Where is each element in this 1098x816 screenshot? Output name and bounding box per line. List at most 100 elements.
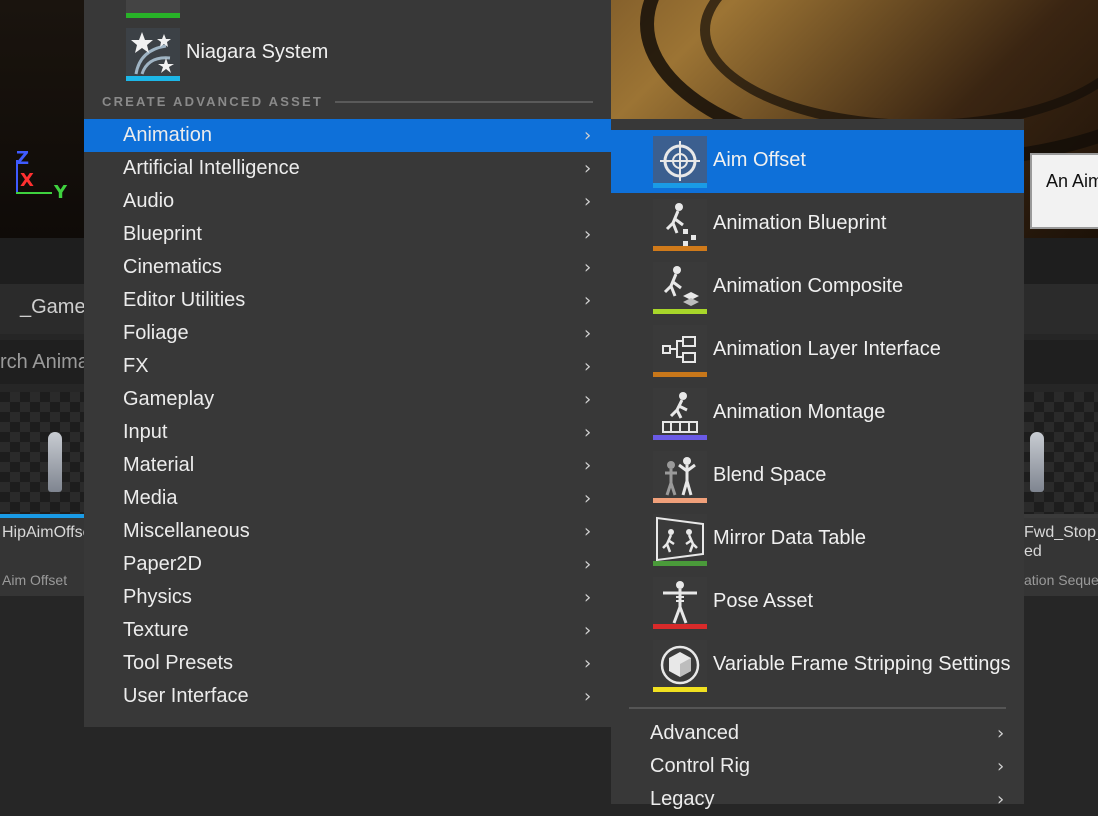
submenu-item-pose-asset[interactable]: Pose Asset — [611, 571, 1024, 634]
path-breadcrumb[interactable]: _Game — [20, 296, 86, 319]
submenu-category-advanced[interactable]: Advanced › — [611, 717, 1024, 750]
chevron-right-icon: › — [584, 455, 592, 476]
menu-category-foliage[interactable]: Foliage › — [84, 317, 611, 350]
chevron-right-icon: › — [584, 686, 592, 707]
aim-offset-icon — [653, 136, 707, 186]
asset-tile-fwd-stop[interactable]: Fwd_Stop_ ed ation Seque... — [1024, 392, 1098, 596]
submenu-divider — [629, 707, 1006, 709]
animation-composite-icon — [653, 262, 707, 312]
submenu-category-legacy[interactable]: Legacy › — [611, 783, 1024, 816]
chevron-right-icon: › — [997, 756, 1005, 777]
menu-category-blueprint[interactable]: Blueprint › — [84, 218, 611, 251]
asset-type-bar — [0, 514, 84, 518]
submenu-item-animation-composite[interactable]: Animation Composite — [611, 256, 1024, 319]
submenu-category-label: Advanced — [650, 722, 739, 744]
menu-category-label: Cinematics — [123, 256, 222, 278]
menu-category-label: Texture — [123, 619, 189, 641]
search-input[interactable]: rch Anima — [0, 351, 89, 374]
menu-category-user-interface[interactable]: User Interface › — [84, 680, 611, 713]
asset-color-bar — [653, 309, 707, 314]
character-figure — [1030, 432, 1044, 492]
submenu-category-label: Legacy — [650, 788, 715, 810]
submenu-item-animation-layer-interface[interactable]: Animation Layer Interface — [611, 319, 1024, 382]
chevron-right-icon: › — [584, 620, 592, 641]
asset-color-bar — [653, 435, 707, 440]
menu-category-label: Animation — [123, 124, 212, 146]
viewport-dark-area — [0, 0, 90, 238]
menu-category-label: FX — [123, 355, 149, 377]
mirror-data-table-icon — [653, 514, 707, 564]
asset-name-line2: ed — [1024, 543, 1042, 560]
submenu-item-label: Aim Offset — [713, 149, 806, 171]
menu-category-texture[interactable]: Texture › — [84, 614, 611, 647]
submenu-item-animation-blueprint[interactable]: Animation Blueprint — [611, 193, 1024, 256]
menu-item-label: Niagara System — [186, 41, 329, 63]
submenu-item-blend-space[interactable]: Blend Space — [611, 445, 1024, 508]
menu-category-label: Tool Presets — [123, 652, 234, 674]
chevron-right-icon: › — [584, 488, 592, 509]
menu-category-input[interactable]: Input › — [84, 416, 611, 449]
menu-category-gameplay[interactable]: Gameplay › — [84, 383, 611, 416]
section-header: CREATE ADVANCED ASSET — [102, 94, 323, 109]
submenu-item-animation-montage[interactable]: Animation Montage — [611, 382, 1024, 445]
menu-category-label: Media — [123, 487, 178, 509]
asset-color-bar — [653, 624, 707, 629]
menu-category-media[interactable]: Media › — [84, 482, 611, 515]
section-divider — [335, 101, 593, 103]
menu-category-audio[interactable]: Audio › — [84, 185, 611, 218]
menu-category-label: Editor Utilities — [123, 289, 246, 311]
menu-category-cinematics[interactable]: Cinematics › — [84, 251, 611, 284]
chevron-right-icon: › — [584, 554, 592, 575]
axis-x-label: X — [20, 170, 34, 191]
submenu-item-label: Mirror Data Table — [713, 527, 867, 549]
chevron-right-icon: › — [584, 356, 592, 377]
menu-category-paper2d[interactable]: Paper2D › — [84, 548, 611, 581]
axis-y-label: Y — [54, 182, 68, 203]
chevron-right-icon: › — [584, 257, 592, 278]
chevron-right-icon: › — [584, 587, 592, 608]
submenu-item-label: Animation Blueprint — [713, 212, 887, 234]
menu-category-animation[interactable]: Animation › — [84, 119, 611, 152]
asset-type-bar — [1024, 514, 1098, 518]
menu-category-physics[interactable]: Physics › — [84, 581, 611, 614]
chevron-right-icon: › — [584, 224, 592, 245]
submenu-category-control-rig[interactable]: Control Rig › — [611, 750, 1024, 783]
blend-space-icon — [653, 451, 707, 501]
menu-category-label: Paper2D — [123, 553, 202, 575]
menu-category-label: Blueprint — [123, 223, 202, 245]
submenu-item-aim-offset[interactable]: Aim Offset — [611, 130, 1024, 193]
menu-category-miscellaneous[interactable]: Miscellaneous › — [84, 515, 611, 548]
menu-category-tool-presets[interactable]: Tool Presets › — [84, 647, 611, 680]
menu-category-label: Miscellaneous — [123, 520, 250, 542]
submenu-item-label: Animation Montage — [713, 401, 886, 423]
menu-category-material[interactable]: Material › — [84, 449, 611, 482]
chevron-right-icon: › — [584, 125, 592, 146]
variable-frame-stripping-icon — [653, 640, 707, 690]
submenu-item-label: Blend Space — [713, 464, 827, 486]
pose-asset-icon — [653, 577, 707, 627]
submenu-item-variable-frame-stripping-settings[interactable]: Variable Frame Stripping Settings — [611, 634, 1024, 697]
chevron-right-icon: › — [584, 158, 592, 179]
menu-category-label: Physics — [123, 586, 192, 608]
asset-color-bar — [653, 372, 707, 377]
menu-category-editor-utilities[interactable]: Editor Utilities › — [84, 284, 611, 317]
submenu-item-label: Variable Frame Stripping Settings — [713, 653, 1011, 675]
menu-category-fx[interactable]: FX › — [84, 350, 611, 383]
asset-color-bar — [653, 183, 707, 188]
tooltip-text: An Aim — [1046, 171, 1098, 191]
niagara-system-icon — [126, 28, 180, 76]
menu-category-label: Foliage — [123, 322, 189, 344]
asset-color-bar — [653, 246, 707, 251]
character-figure — [48, 432, 62, 492]
category-list: Animation › Artificial Intelligence › Audi… — [84, 119, 611, 713]
menu-category-label: Input — [123, 421, 168, 443]
menu-category-label: Material — [123, 454, 195, 476]
chevron-right-icon: › — [584, 191, 592, 212]
menu-category-artificial-intelligence[interactable]: Artificial Intelligence › — [84, 152, 611, 185]
menu-item-niagara-system[interactable]: Niagara System — [84, 24, 611, 81]
animation-asset-list: Aim Offset Animation Blueprint Animation… — [611, 130, 1024, 697]
submenu-item-mirror-data-table[interactable]: Mirror Data Table — [611, 508, 1024, 571]
submenu-category-label: Control Rig — [650, 755, 751, 777]
asset-tile-hipaimoffset[interactable]: HipAimOffse Aim Offset — [0, 392, 92, 596]
submenu-item-label: Animation Layer Interface — [713, 338, 941, 360]
